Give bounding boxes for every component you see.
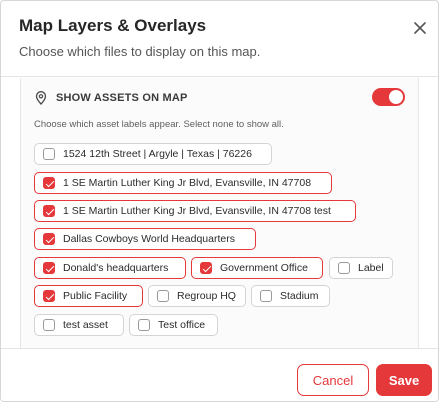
asset-label-text: Label: [358, 262, 384, 274]
location-pin-icon: [35, 91, 47, 105]
asset-label-option[interactable]: Label: [329, 257, 393, 279]
asset-label-text: Test office: [158, 319, 206, 331]
dialog-header: Map Layers & Overlays Choose which files…: [1, 1, 438, 77]
asset-label-text: 1 SE Martin Luther King Jr Blvd, Evansvi…: [63, 177, 312, 189]
assets-section-title: SHOW ASSETS ON MAP: [56, 92, 188, 104]
checkbox-icon: [43, 148, 55, 160]
close-icon: [414, 22, 426, 34]
asset-label-option[interactable]: Dallas Cowboys World Headquarters: [34, 228, 256, 250]
asset-label-option[interactable]: test asset: [34, 314, 124, 336]
asset-label-option[interactable]: 1524 12th Street | Argyle | Texas | 7622…: [34, 143, 272, 165]
asset-label-text: 1 SE Martin Luther King Jr Blvd, Evansvi…: [63, 205, 331, 217]
asset-label-text: Dallas Cowboys World Headquarters: [63, 233, 235, 245]
toggle-knob: [389, 90, 403, 104]
checkbox-icon: [157, 290, 169, 302]
asset-label-text: Donald's headquarters: [63, 262, 169, 274]
checkbox-icon: [260, 290, 272, 302]
checkbox-icon: [43, 262, 55, 274]
asset-label-option[interactable]: Stadium: [251, 285, 330, 307]
show-assets-toggle[interactable]: [372, 88, 405, 106]
asset-label-option[interactable]: Government Office: [191, 257, 323, 279]
asset-label-text: 1524 12th Street | Argyle | Texas | 7622…: [63, 148, 252, 160]
dialog-footer: Cancel Save: [1, 348, 438, 401]
checkbox-icon: [43, 205, 55, 217]
asset-label-option[interactable]: Regroup HQ: [148, 285, 246, 307]
checkbox-icon: [338, 262, 350, 274]
checkbox-icon: [43, 319, 55, 331]
asset-label-option[interactable]: Public Facility: [34, 285, 143, 307]
save-button[interactable]: Save: [376, 364, 432, 396]
asset-label-option[interactable]: 1 SE Martin Luther King Jr Blvd, Evansvi…: [34, 200, 356, 222]
checkbox-icon: [43, 290, 55, 302]
assets-panel: SHOW ASSETS ON MAP Choose which asset la…: [20, 78, 419, 348]
checkbox-icon: [200, 262, 212, 274]
dialog-title: Map Layers & Overlays: [19, 16, 207, 35]
asset-label-text: Stadium: [280, 290, 319, 302]
assets-section-header: SHOW ASSETS ON MAP: [35, 88, 188, 108]
close-button[interactable]: [409, 17, 431, 39]
checkbox-icon: [138, 319, 150, 331]
asset-label-text: Public Facility: [63, 290, 128, 302]
map-layers-dialog: Map Layers & Overlays Choose which files…: [0, 0, 439, 402]
asset-label-option[interactable]: 1 SE Martin Luther King Jr Blvd, Evansvi…: [34, 172, 332, 194]
asset-label-text: test asset: [63, 319, 108, 331]
asset-label-text: Regroup HQ: [177, 290, 236, 302]
cancel-button[interactable]: Cancel: [297, 364, 369, 396]
asset-label-text: Government Office: [220, 262, 308, 274]
checkbox-icon: [43, 233, 55, 245]
asset-label-option[interactable]: Test office: [129, 314, 218, 336]
assets-hint: Choose which asset labels appear. Select…: [34, 119, 284, 130]
asset-label-option[interactable]: Donald's headquarters: [34, 257, 186, 279]
checkbox-icon: [43, 177, 55, 189]
dialog-subtitle: Choose which files to display on this ma…: [19, 44, 261, 59]
dialog-body: SHOW ASSETS ON MAP Choose which asset la…: [1, 78, 438, 348]
